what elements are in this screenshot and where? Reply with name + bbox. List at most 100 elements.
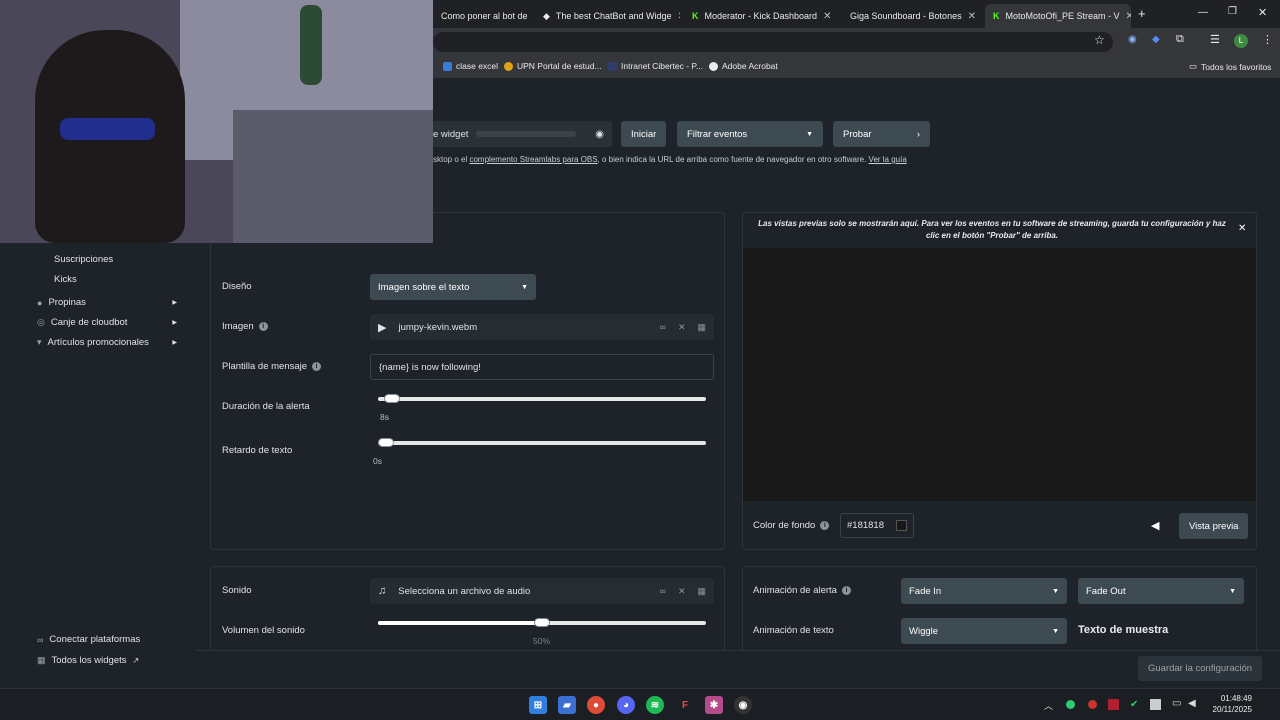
slider-thumb[interactable] bbox=[378, 438, 394, 447]
diseno-dropdown[interactable]: Imagen sobre el texto ▼ bbox=[370, 274, 536, 300]
discord-icon[interactable]: ◕ bbox=[617, 696, 635, 714]
guide-link[interactable]: Ver la guía bbox=[869, 155, 907, 164]
gallery-icon[interactable]: ▦ bbox=[697, 586, 706, 597]
network-icon[interactable]: ▭ bbox=[1172, 698, 1181, 709]
retardo-value: 0s bbox=[373, 456, 382, 466]
color-swatch[interactable] bbox=[896, 520, 907, 531]
duracion-slider[interactable] bbox=[378, 394, 706, 403]
hidden-url bbox=[476, 131, 577, 137]
tab-2[interactable]: ◆The best ChatBot and Widge✕ bbox=[535, 4, 680, 28]
guardar-button[interactable]: Guardar la configuración bbox=[1138, 656, 1263, 681]
retardo-slider[interactable] bbox=[378, 438, 706, 447]
file-explorer-icon[interactable]: ▰ bbox=[558, 696, 576, 714]
tray-icon[interactable] bbox=[1150, 699, 1161, 710]
restore-icon[interactable]: ❐ bbox=[1228, 6, 1237, 17]
iniciar-button[interactable]: Iniciar bbox=[621, 121, 667, 147]
volumen-label: Volumen del sonido bbox=[222, 625, 305, 636]
eye-icon[interactable]: ◉ bbox=[595, 129, 604, 140]
new-tab-button[interactable]: + bbox=[1138, 6, 1146, 21]
bg-color-input[interactable]: #181818 bbox=[840, 513, 914, 538]
bookmark-item[interactable]: Intranet Cibertec - P... bbox=[608, 61, 703, 71]
remove-icon[interactable]: ✕ bbox=[678, 322, 686, 333]
speaker-icon[interactable]: ◀ bbox=[1151, 519, 1159, 532]
tray-icon[interactable]: ✔ bbox=[1130, 699, 1138, 710]
remove-icon[interactable]: ✕ bbox=[678, 586, 686, 597]
windows-start-icon[interactable]: ⊞ bbox=[529, 696, 547, 714]
tray-up-icon[interactable]: ︿ bbox=[1044, 699, 1053, 712]
all-bookmarks-button[interactable]: ▭ Todos los favoritos bbox=[1189, 61, 1271, 72]
menu-icon[interactable]: ⋮ bbox=[1262, 33, 1273, 46]
texto-anim-dropdown[interactable]: Wiggle ▼ bbox=[901, 618, 1067, 644]
alerta-out-dropdown[interactable]: Fade Out ▼ bbox=[1078, 578, 1244, 604]
kick-icon: K bbox=[993, 11, 1000, 21]
sidebar-item-kicks[interactable]: Kicks bbox=[54, 274, 77, 285]
sonido-file-field[interactable]: ♫ Selecciona un archivo de audio ∞ ✕ ▦ bbox=[370, 578, 714, 604]
close-icon[interactable]: ✕ bbox=[678, 11, 681, 22]
link-icon[interactable]: ∞ bbox=[660, 322, 666, 332]
app-icon[interactable]: ✱ bbox=[705, 696, 723, 714]
profile-avatar[interactable]: L bbox=[1234, 34, 1248, 48]
close-icon[interactable]: ✕ bbox=[1126, 11, 1131, 22]
sidebar-item-cloudbot[interactable]: ◎ Canje de cloudbot ▶ bbox=[37, 317, 177, 328]
slider-thumb[interactable] bbox=[534, 618, 550, 627]
texto-anim-label: Animación de texto bbox=[753, 625, 834, 636]
probar-button[interactable]: Probar › bbox=[833, 121, 930, 147]
bookmark-item[interactable]: clase excel bbox=[443, 61, 498, 71]
tray-icon[interactable] bbox=[1088, 700, 1097, 709]
close-notice-icon[interactable]: ✕ bbox=[1238, 223, 1246, 234]
imagen-file-field[interactable]: ▶ jumpy-kevin.webm ∞ ✕ ▦ bbox=[370, 314, 714, 340]
sidebar-item-propinas[interactable]: ● Propinas ▶ bbox=[37, 297, 177, 308]
volume-icon[interactable]: ◀ bbox=[1188, 698, 1196, 709]
bookmark-item[interactable]: Adobe Acrobat bbox=[709, 61, 778, 71]
all-widgets-link[interactable]: ▦ Todos los widgets ↗ bbox=[37, 655, 139, 666]
spotify-icon[interactable]: ≋ bbox=[646, 696, 664, 714]
caret-down-icon: ▼ bbox=[1229, 587, 1236, 595]
info-icon[interactable]: i bbox=[841, 585, 851, 595]
close-icon[interactable]: ✕ bbox=[823, 11, 831, 22]
minimize-icon[interactable]: — bbox=[1198, 7, 1208, 18]
widget-url-field[interactable]: e widget ◉ bbox=[425, 121, 612, 147]
link-icon: ∞ bbox=[37, 634, 44, 645]
vista-previa-button[interactable]: Vista previa bbox=[1179, 513, 1249, 539]
info-icon[interactable]: i bbox=[312, 361, 322, 371]
tab-3[interactable]: K Moderator - Kick Dashboard ✕ bbox=[684, 4, 832, 28]
link-icon[interactable]: ∞ bbox=[660, 586, 666, 596]
tray-icon[interactable] bbox=[1108, 699, 1119, 710]
app-f-icon[interactable]: F bbox=[676, 696, 694, 714]
bookmark-star-icon[interactable]: ☆ bbox=[1094, 33, 1105, 47]
tab-4[interactable]: Giga Soundboard - Botones ✕ bbox=[836, 4, 981, 28]
connect-platforms-link[interactable]: ∞ Conectar plataformas bbox=[37, 634, 140, 645]
url-field[interactable] bbox=[433, 32, 1113, 52]
obs-plugin-link[interactable]: complemento Streamlabs para OBS bbox=[469, 155, 597, 164]
extension-icon[interactable]: ◆ bbox=[1152, 34, 1160, 45]
reading-list-icon[interactable]: ☰ bbox=[1210, 33, 1220, 46]
obs-icon[interactable]: ◉ bbox=[734, 696, 752, 714]
bookmark-favicon-icon bbox=[608, 61, 617, 71]
window-close-icon[interactable]: ✕ bbox=[1258, 6, 1267, 19]
caret-down-icon: ▼ bbox=[1052, 587, 1059, 595]
kick-icon: K bbox=[692, 11, 699, 21]
close-icon[interactable]: ✕ bbox=[968, 11, 976, 22]
extension-icon[interactable]: ◉ bbox=[1128, 34, 1137, 45]
filtrar-eventos-dropdown[interactable]: Filtrar eventos ▼ bbox=[677, 121, 823, 147]
tab-1[interactable]: Como poner al bot de✕ bbox=[433, 4, 533, 28]
sidebar-item-suscripciones[interactable]: Suscripciones bbox=[54, 254, 113, 265]
plantilla-input[interactable]: {name} is now following! bbox=[370, 354, 714, 380]
gallery-icon[interactable]: ▦ bbox=[697, 322, 706, 333]
sidebar-item-articulos[interactable]: ▾ Artículos promocionales ▶ bbox=[37, 337, 177, 348]
puzzle-icon[interactable]: ⧉ bbox=[1176, 33, 1184, 46]
clock[interactable]: 01:48:49 20/11/2025 bbox=[1210, 693, 1252, 715]
caret-down-icon: ▼ bbox=[521, 283, 528, 291]
bookmark-item[interactable]: UPN Portal de estud... bbox=[504, 61, 602, 71]
slider-thumb[interactable] bbox=[384, 394, 401, 403]
chrome-icon[interactable]: ● bbox=[587, 696, 605, 714]
volumen-slider[interactable] bbox=[378, 618, 706, 627]
tray-icon[interactable] bbox=[1066, 700, 1075, 709]
alerta-anim-label: Animación de alerta i bbox=[753, 585, 851, 596]
tab-5-active[interactable]: K MotoMotoOfi_PE Stream - V ✕ bbox=[985, 4, 1131, 28]
guitar bbox=[300, 5, 322, 85]
info-icon[interactable]: i bbox=[258, 321, 268, 331]
alerta-in-dropdown[interactable]: Fade In ▼ bbox=[901, 578, 1067, 604]
windows-taskbar: ⊞ ▰ ● ◕ ≋ F ✱ ◉ ︿ ✔ ▭ ◀ 01:48:49 20/11/2… bbox=[0, 688, 1280, 720]
info-icon[interactable]: i bbox=[820, 520, 830, 530]
